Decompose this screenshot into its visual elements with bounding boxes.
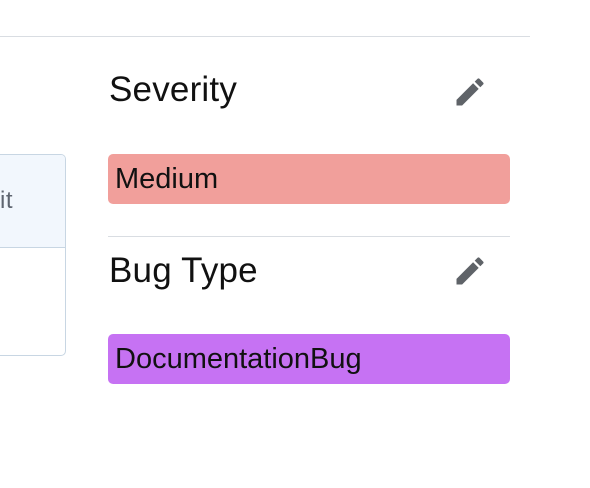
edit-bug-type-button[interactable] [450, 251, 490, 291]
pencil-icon [456, 78, 484, 106]
left-card: it [0, 154, 66, 356]
bug-type-tag: DocumentationBug [108, 334, 510, 384]
bug-type-title: Bug Type [109, 251, 258, 290]
severity-tag: Medium [108, 154, 510, 204]
left-card-header: it [0, 155, 65, 248]
top-divider [0, 36, 530, 37]
edit-severity-button[interactable] [450, 72, 490, 112]
section-divider [108, 236, 510, 237]
severity-title: Severity [109, 70, 238, 109]
left-card-header-label: it [0, 187, 13, 214]
pencil-icon [456, 257, 484, 285]
